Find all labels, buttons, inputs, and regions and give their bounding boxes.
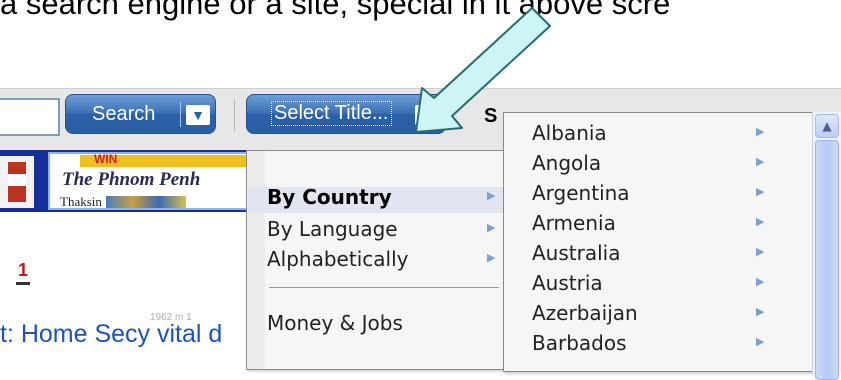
newspaper-name: The Phnom Penh: [62, 169, 201, 190]
rank-number-text: 1: [18, 260, 29, 280]
scroll-up-arrow-icon[interactable]: ▲: [815, 114, 839, 138]
submenu-arrow-icon: ▶: [756, 215, 765, 228]
rank-number: 1: [8, 260, 38, 290]
submenu-arrow-icon: ▶: [756, 305, 765, 318]
submenu-arrow-icon: ▶: [756, 155, 765, 168]
submenu-arrow-icon: ▶: [487, 251, 496, 264]
search-input[interactable]: [0, 98, 60, 136]
submenu-arrow-icon: ▶: [756, 245, 765, 258]
country-submenu: Albania ▶ Angola ▶ Argentina ▶ Armenia ▶…: [503, 112, 813, 372]
menu-item-angola[interactable]: Angola: [532, 151, 601, 175]
menu-scrollbar[interactable]: ▲: [812, 112, 841, 380]
promo-banner-text: WIN: [94, 152, 118, 166]
newspaper-logo[interactable]: WIN The Phnom Penh Thaksin: [48, 152, 248, 210]
callout-arrow-icon: [415, 7, 551, 133]
menu-item-austria[interactable]: Austria: [532, 271, 603, 295]
search-button[interactable]: Search ▼: [65, 94, 216, 134]
menu-item-by-country[interactable]: By Country: [267, 185, 392, 209]
menu-item-australia[interactable]: Australia: [532, 241, 620, 265]
menu-gutter: [247, 151, 265, 369]
headline-link[interactable]: t: Home Secy vital d: [0, 320, 222, 349]
submenu-arrow-icon: ▶: [756, 275, 765, 288]
menu-item-argentina[interactable]: Argentina: [532, 181, 630, 205]
menu-item-by-language[interactable]: By Language: [267, 217, 398, 241]
rank-underline: [16, 282, 30, 285]
submenu-arrow-icon: ▶: [756, 335, 765, 348]
chevron-down-icon[interactable]: ▼: [186, 105, 210, 125]
menu-item-barbados[interactable]: Barbados: [532, 331, 627, 355]
flag-icon: [8, 162, 26, 202]
select-title-label: Select Title...: [271, 101, 392, 126]
menu-separator: [269, 287, 499, 288]
thumbnail-logo[interactable]: [0, 156, 34, 208]
menu-item-armenia[interactable]: Armenia: [532, 211, 616, 235]
menu-item-alphabetically[interactable]: Alphabetically: [267, 247, 408, 271]
button-separator: [180, 101, 181, 127]
menu-item-azerbaijan[interactable]: Azerbaijan: [532, 301, 638, 325]
submenu-arrow-icon: ▶: [756, 125, 765, 138]
newspaper-subtitle: Thaksin: [60, 194, 102, 209]
scroll-thumb[interactable]: [815, 140, 839, 380]
newspaper-logo-strip: WIN The Phnom Penh Thaksin: [0, 150, 250, 212]
submenu-arrow-icon: ▶: [487, 189, 496, 202]
submenu-arrow-icon: ▶: [487, 221, 496, 234]
search-button-label: Search: [92, 103, 156, 125]
toolbar-divider: [234, 99, 235, 131]
select-title-menu: By Country ▶ By Language ▶ Alphabeticall…: [246, 150, 506, 370]
menu-item-money-jobs[interactable]: Money & Jobs: [267, 311, 403, 335]
newspaper-photo: [106, 196, 186, 208]
submenu-arrow-icon: ▶: [756, 185, 765, 198]
